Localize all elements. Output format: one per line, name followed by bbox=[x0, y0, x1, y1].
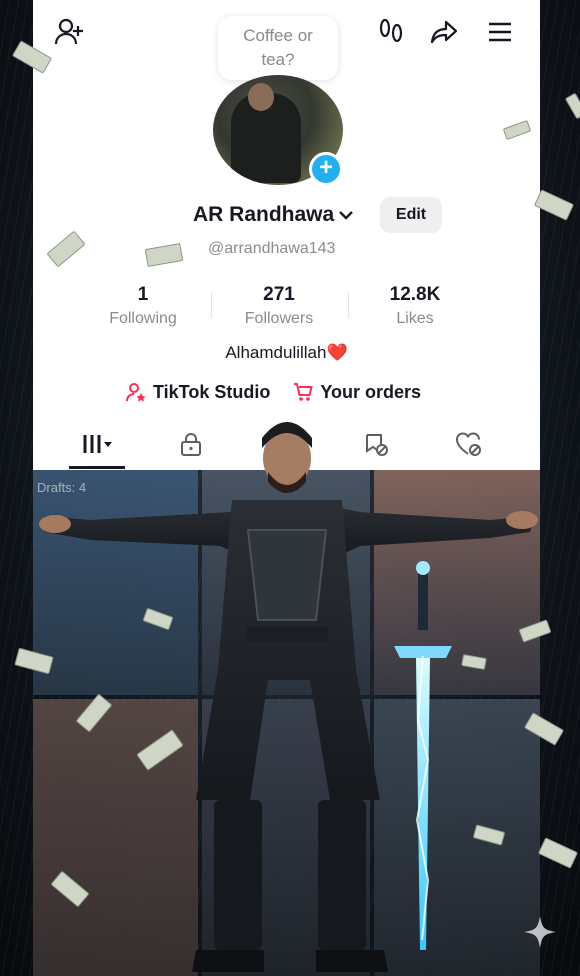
tab-reposts[interactable] bbox=[356, 428, 396, 460]
videos-grid-icon bbox=[83, 435, 112, 453]
your-orders-label: Your orders bbox=[320, 381, 422, 402]
menu-icon[interactable] bbox=[482, 14, 518, 50]
add-friend-icon[interactable] bbox=[51, 14, 87, 50]
tiktok-studio-link[interactable]: TikTok Studio bbox=[125, 381, 270, 403]
your-orders-link[interactable]: Your orders bbox=[292, 381, 421, 403]
chevron-down-icon bbox=[339, 211, 354, 220]
stat-followers[interactable]: 271 Followers bbox=[209, 284, 349, 328]
profile-name: AR Randhawa bbox=[193, 203, 335, 226]
content-tabs bbox=[33, 420, 540, 470]
active-tab-indicator bbox=[69, 466, 125, 469]
profile-links: TikTok Studio Your orders bbox=[125, 378, 443, 406]
stat-likes[interactable]: 12.8K Likes bbox=[345, 284, 485, 328]
tab-liked[interactable] bbox=[449, 428, 489, 460]
avatar-head bbox=[248, 83, 274, 111]
video-tile[interactable] bbox=[374, 470, 540, 695]
add-story-plus-icon[interactable]: + bbox=[309, 152, 343, 186]
tiktok-studio-label: TikTok Studio bbox=[153, 381, 271, 402]
profile-panel: Coffee or tea? + AR Randhawa Edit @arran… bbox=[33, 0, 540, 470]
bio: Alhamdulillah❤️ bbox=[33, 343, 540, 363]
share-icon[interactable] bbox=[426, 14, 462, 50]
sparkle-icon bbox=[524, 916, 556, 948]
name-row[interactable]: AR Randhawa bbox=[193, 198, 354, 232]
video-tile[interactable] bbox=[202, 470, 370, 695]
stat-following-label: Following bbox=[109, 310, 177, 327]
stat-followers-value: 271 bbox=[263, 284, 295, 305]
heart-emoji: ❤️ bbox=[326, 343, 348, 362]
note-bubble[interactable]: Coffee or tea? bbox=[218, 16, 338, 80]
reposts-icon bbox=[366, 434, 388, 456]
stat-followers-label: Followers bbox=[244, 310, 314, 327]
liked-icon bbox=[455, 432, 481, 456]
note-line-2: tea? bbox=[261, 50, 295, 69]
note-line-1: Coffee or bbox=[243, 26, 313, 45]
stat-following[interactable]: 1 Following bbox=[73, 284, 213, 328]
tab-private[interactable] bbox=[171, 428, 211, 460]
studio-person-icon bbox=[126, 383, 146, 402]
cart-icon bbox=[294, 383, 313, 401]
stats-row: 1 Following 271 Followers 12.8K Likes bbox=[73, 284, 513, 334]
video-tile-draft[interactable] bbox=[33, 470, 198, 695]
video-grid bbox=[33, 470, 540, 976]
video-tile[interactable] bbox=[374, 699, 540, 976]
lock-icon bbox=[181, 433, 201, 456]
bio-text: Alhamdulillah bbox=[225, 343, 327, 362]
profile-handle: @arrandhawa143 bbox=[208, 240, 336, 257]
video-tile[interactable] bbox=[202, 699, 370, 976]
footprints-icon[interactable] bbox=[373, 14, 409, 50]
tab-videos[interactable] bbox=[79, 428, 119, 460]
edit-profile-button[interactable]: Edit bbox=[380, 197, 442, 233]
stat-likes-label: Likes bbox=[396, 310, 434, 327]
stat-following-value: 1 bbox=[137, 284, 149, 305]
drafts-label: Drafts: 4 bbox=[37, 480, 87, 495]
stat-likes-value: 12.8K bbox=[389, 284, 441, 305]
